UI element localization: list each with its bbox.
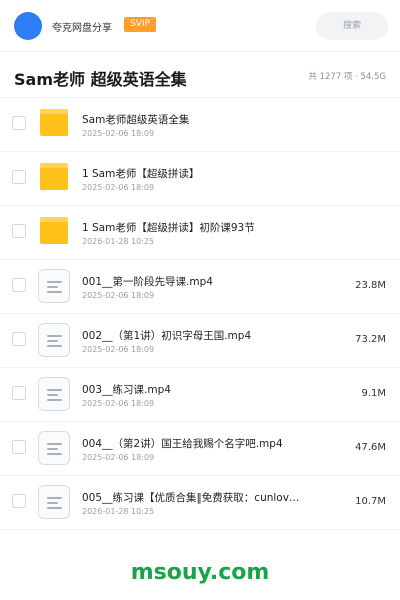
folder-row[interactable]: 1 Sam老师【超级拼读】 2025-02-06 18:09 [0, 152, 400, 206]
folder-row[interactable]: 1 Sam老师【超级拼读】初阶课93节 2026-01-28 10:25 [0, 206, 400, 260]
item-summary: 共 1277 项 · 54.5G [308, 72, 386, 82]
select-checkbox[interactable] [12, 116, 26, 130]
file-row[interactable]: 004__（第2讲）国王给我赐个名字吧.mp4 2025-02-06 18:09 4… [0, 422, 400, 476]
video-file-icon [38, 269, 70, 303]
item-name: 002__（第1讲）初识字母王国.mp4 [82, 330, 252, 342]
search-button[interactable]: 搜索 [316, 12, 388, 40]
item-date: 2025-02-06 18:09 [82, 399, 155, 408]
top-bar: 夸克网盘分享 SVIP 搜索 [0, 0, 400, 52]
video-file-icon [38, 485, 70, 519]
item-date: 2026-01-28 10:25 [82, 237, 155, 246]
item-size: 9.1M [361, 388, 386, 399]
video-file-icon [38, 431, 70, 465]
item-date: 2025-02-06 18:09 [82, 291, 155, 300]
select-checkbox[interactable] [12, 278, 26, 292]
file-row[interactable]: 001__第一阶段先导课.mp4 2025-02-06 18:09 23.8M [0, 260, 400, 314]
list-header: Sam老师 超级英语全集 共 1277 项 · 54.5G [0, 52, 400, 98]
folder-icon [40, 163, 68, 191]
watermark-text: msouy.com [130, 560, 270, 585]
file-row[interactable]: 005__练习课【优质合集‖免费获取：cunlov… 2026-01-28 10:… [0, 476, 400, 530]
select-checkbox[interactable] [12, 170, 26, 184]
item-date: 2026-01-28 10:25 [82, 507, 155, 516]
select-checkbox[interactable] [12, 494, 26, 508]
file-list: Sam老师超级英语全集 2025-02-06 18:09 1 Sam老师【超级拼读】… [0, 98, 400, 530]
item-date: 2025-02-06 18:09 [82, 129, 155, 138]
item-date: 2025-02-06 18:09 [82, 183, 155, 192]
item-date: 2025-02-06 18:09 [82, 345, 155, 354]
video-file-icon [38, 377, 70, 411]
item-size: 47.6M [355, 442, 386, 453]
select-checkbox[interactable] [12, 332, 26, 346]
item-name: 004__（第2讲）国王给我赐个名字吧.mp4 [82, 438, 283, 450]
item-name: 1 Sam老师【超级拼读】 [82, 168, 200, 180]
page-title: Sam老师 超级英语全集 [14, 70, 187, 89]
select-checkbox[interactable] [12, 386, 26, 400]
item-size: 10.7M [355, 496, 386, 507]
share-source-name: 夸克网盘分享 [52, 23, 112, 34]
item-name: 005__练习课【优质合集‖免费获取：cunlov… [82, 492, 300, 504]
folder-icon [40, 217, 68, 245]
video-file-icon [38, 323, 70, 357]
file-row[interactable]: 002__（第1讲）初识字母王国.mp4 2025-02-06 18:09 73.2… [0, 314, 400, 368]
item-name: 001__第一阶段先导课.mp4 [82, 276, 213, 288]
select-checkbox[interactable] [12, 440, 26, 454]
folder-icon [40, 109, 68, 137]
select-checkbox[interactable] [12, 224, 26, 238]
item-name: Sam老师超级英语全集 [82, 114, 190, 126]
item-date: 2025-02-06 18:09 [82, 453, 155, 462]
avatar[interactable] [14, 12, 42, 40]
item-size: 23.8M [355, 280, 386, 291]
item-name: 003__练习课.mp4 [82, 384, 171, 396]
folder-row[interactable]: Sam老师超级英语全集 2025-02-06 18:09 [0, 98, 400, 152]
item-size: 73.2M [355, 334, 386, 345]
item-name: 1 Sam老师【超级拼读】初阶课93节 [82, 222, 255, 234]
file-row[interactable]: 003__练习课.mp4 2025-02-06 18:09 9.1M [0, 368, 400, 422]
svip-badge: SVIP [124, 17, 156, 32]
